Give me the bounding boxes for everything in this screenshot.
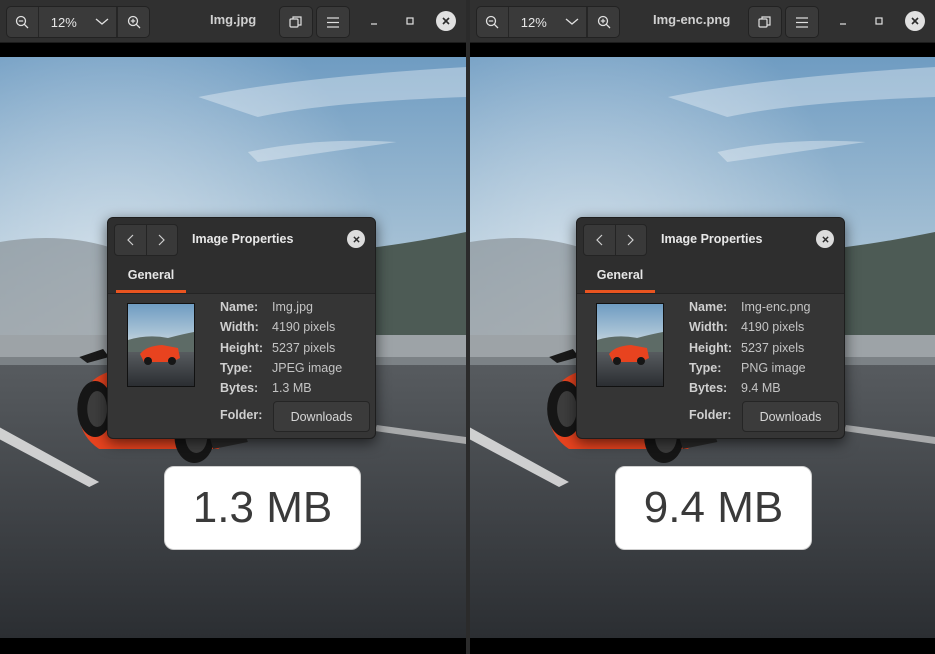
close-window-button[interactable] [905, 11, 925, 31]
image-properties-dialog: Image Properties General Name: Img.jpg Wi… [107, 217, 376, 439]
zoom-in-icon [127, 15, 141, 29]
dialog-title: Image Properties [661, 232, 763, 246]
dialog-header: Image Properties [108, 218, 375, 260]
dialog-title: Image Properties [192, 232, 294, 246]
tab-general[interactable]: General [116, 260, 186, 293]
property-label: Height: [220, 341, 264, 355]
zoom-level-field[interactable]: 12% [509, 7, 559, 37]
property-label: Bytes: [689, 381, 728, 395]
headerbar: 12% Img-enc.png [470, 0, 935, 43]
dialog-nav-group [583, 224, 647, 256]
property-label: Type: [689, 361, 722, 375]
property-value-width: 4190 pixels [272, 320, 336, 334]
zoom-dropdown-button[interactable] [88, 7, 118, 37]
maximize-icon [875, 17, 883, 25]
previous-image-button[interactable] [115, 225, 147, 255]
image-viewer-window-left: 12% Img.jpg Image Properties General Nam… [0, 0, 466, 654]
window-title: Img-enc.png [653, 12, 731, 27]
fit-window-button[interactable] [748, 6, 782, 38]
close-icon [821, 235, 829, 243]
dialog-tabbar: General [108, 260, 375, 294]
close-icon [442, 17, 450, 25]
property-label-folder: Folder: [220, 408, 263, 422]
minimize-icon [371, 23, 377, 25]
zoom-control-group: 12% [476, 6, 620, 38]
file-size-callout: 9.4 MB [615, 466, 812, 550]
minimize-button[interactable] [833, 11, 853, 31]
zoom-value: 12% [520, 14, 547, 30]
zoom-out-button[interactable] [7, 7, 39, 37]
open-folder-button[interactable]: Downloads [273, 401, 370, 432]
dialog-close-button[interactable] [816, 230, 834, 248]
maximize-button[interactable] [869, 11, 889, 31]
dialog-header: Image Properties [577, 218, 844, 260]
image-thumbnail [596, 303, 664, 387]
close-window-button[interactable] [436, 11, 456, 31]
property-value-height: 5237 pixels [272, 341, 336, 355]
property-label: Height: [689, 341, 733, 355]
property-value-height: 5237 pixels [741, 341, 805, 355]
previous-image-button[interactable] [584, 225, 616, 255]
property-label: Name: [689, 300, 728, 314]
image-thumbnail [127, 303, 195, 387]
close-icon [911, 17, 919, 25]
maximize-button[interactable] [400, 11, 420, 31]
property-value-type: PNG image [741, 361, 806, 375]
chevron-right-icon [627, 234, 635, 246]
property-label: Type: [220, 361, 253, 375]
fit-window-button[interactable] [279, 6, 313, 38]
property-label: Name: [220, 300, 259, 314]
headerbar: 12% Img.jpg [0, 0, 466, 43]
chevron-down-icon [565, 18, 579, 25]
main-menu-button[interactable] [785, 6, 819, 38]
file-size-callout: 1.3 MB [164, 466, 361, 550]
property-label: Width: [689, 320, 728, 334]
image-viewer-window-right: 12% Img-enc.png Image Properties General… [470, 0, 935, 654]
chevron-down-icon [95, 18, 109, 25]
zoom-in-button[interactable] [587, 7, 619, 37]
tab-general[interactable]: General [585, 260, 655, 293]
image-properties-dialog: Image Properties General Name: Img-enc.pn… [576, 217, 845, 439]
dialog-close-button[interactable] [347, 230, 365, 248]
property-value-type: JPEG image [272, 361, 343, 375]
open-folder-button[interactable]: Downloads [742, 401, 839, 432]
zoom-level-field[interactable]: 12% [39, 7, 89, 37]
property-label: Bytes: [220, 381, 259, 395]
minimize-button[interactable] [364, 11, 384, 31]
zoom-control-group: 12% [6, 6, 150, 38]
main-menu-button[interactable] [316, 6, 350, 38]
property-value-name: Img.jpg [272, 300, 313, 314]
zoom-dropdown-button[interactable] [558, 7, 588, 37]
chevron-right-icon [158, 234, 166, 246]
zoom-value: 12% [50, 14, 77, 30]
hamburger-menu-icon [327, 16, 339, 28]
dialog-nav-group [114, 224, 178, 256]
next-image-button[interactable] [147, 225, 178, 255]
property-value-bytes: 9.4 MB [741, 381, 781, 395]
chevron-left-icon [595, 234, 603, 246]
dialog-tabbar: General [577, 260, 844, 294]
maximize-icon [406, 17, 414, 25]
zoom-out-icon [16, 15, 29, 29]
fit-window-icon [289, 16, 302, 28]
property-value-bytes: 1.3 MB [272, 381, 312, 395]
chevron-left-icon [126, 234, 134, 246]
property-label-folder: Folder: [689, 408, 732, 422]
zoom-out-icon [486, 15, 499, 29]
property-label: Width: [220, 320, 259, 334]
zoom-out-button[interactable] [477, 7, 509, 37]
zoom-in-button[interactable] [117, 7, 149, 37]
close-icon [352, 235, 360, 243]
property-value-width: 4190 pixels [741, 320, 805, 334]
hamburger-menu-icon [796, 16, 808, 28]
property-value-name: Img-enc.png [741, 300, 811, 314]
minimize-icon [840, 23, 846, 25]
next-image-button[interactable] [616, 225, 647, 255]
fit-window-icon [758, 16, 771, 28]
zoom-in-icon [597, 15, 611, 29]
window-title: Img.jpg [210, 12, 257, 27]
